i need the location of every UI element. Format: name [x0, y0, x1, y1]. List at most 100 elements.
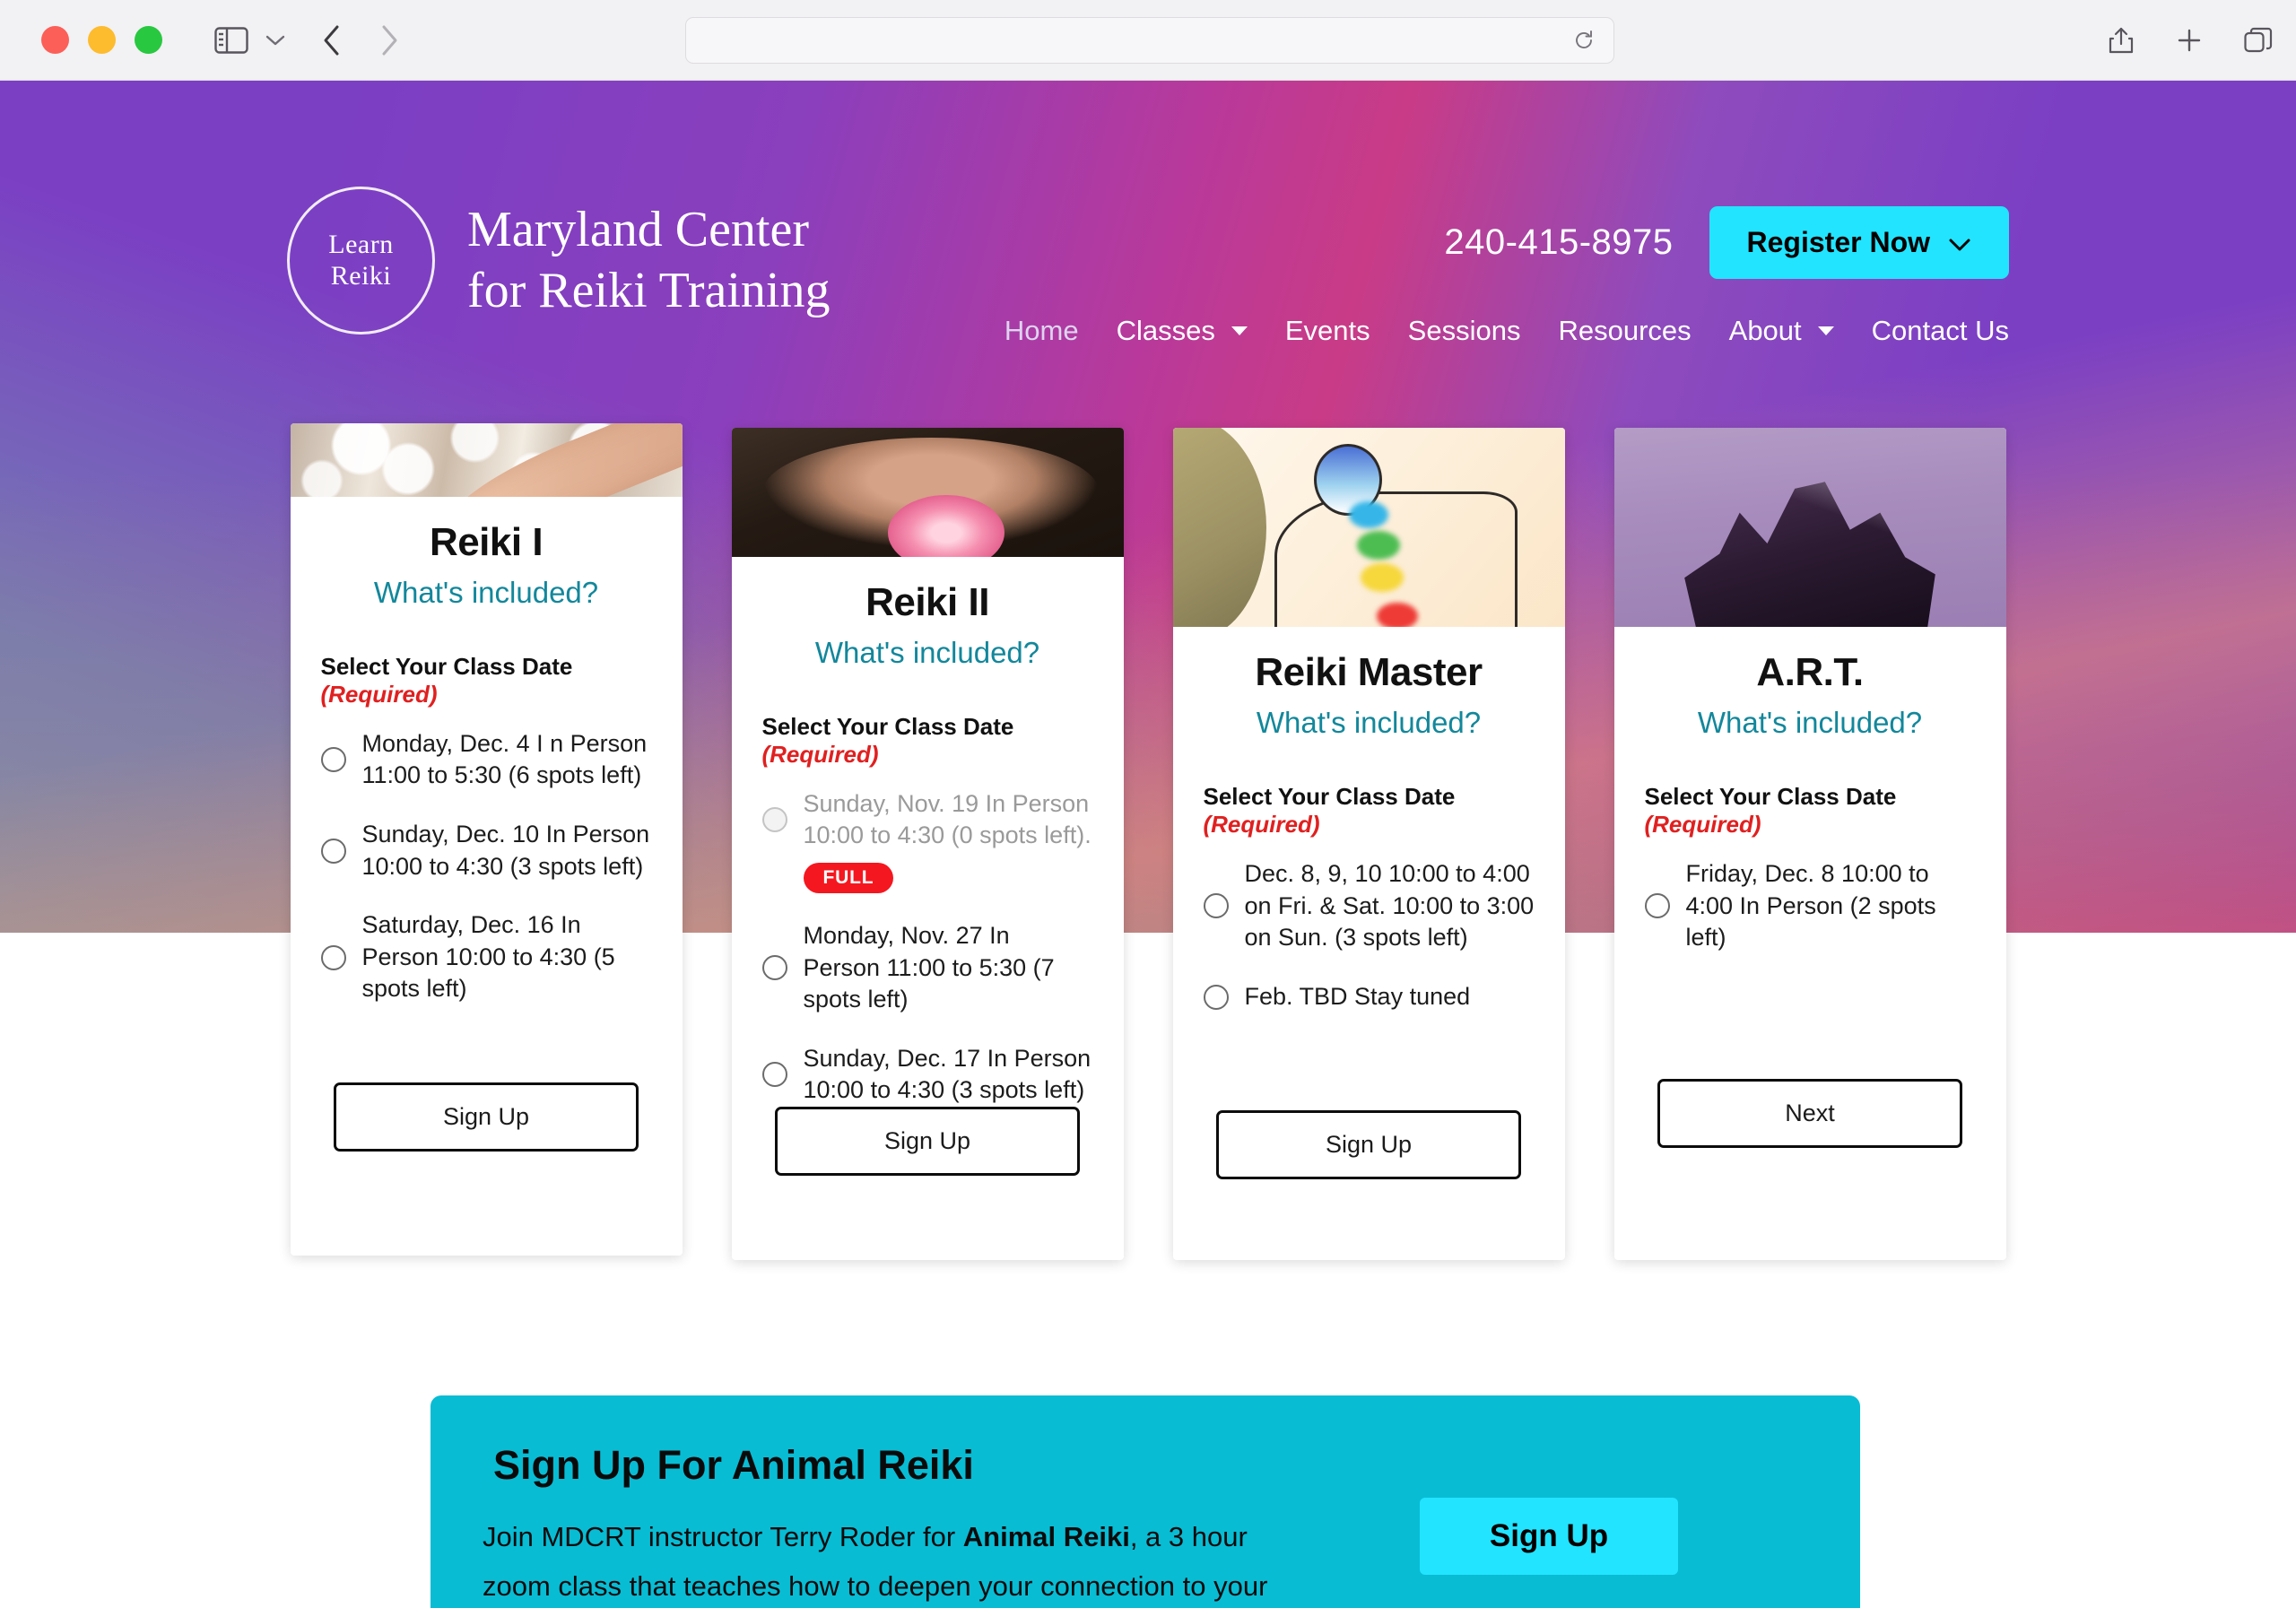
nav-item-classes[interactable]: Classes	[1117, 315, 1248, 347]
nav-label: Contact Us	[1871, 315, 2009, 346]
logo-line-2: Reiki	[330, 260, 392, 291]
reload-icon[interactable]	[1572, 29, 1596, 52]
nav-item-events[interactable]: Events	[1285, 315, 1370, 347]
whats-included-link[interactable]: What's included?	[762, 636, 1093, 670]
class-date-option[interactable]: Dec. 8, 9, 10 10:00 to 4:00 on Fri. & Sa…	[1203, 858, 1535, 954]
card-title: Reiki II	[865, 579, 989, 624]
tabs-icon[interactable]	[2244, 27, 2273, 54]
whats-included-link[interactable]: What's included?	[1645, 706, 1976, 740]
register-now-label: Register Now	[1746, 226, 1930, 258]
field-label-text: Select Your Class Date	[1644, 783, 1897, 810]
class-date-options: Dec. 8, 9, 10 10:00 to 4:00 on Fri. & Sa…	[1203, 858, 1535, 1013]
class-date-field-label: Select Your Class Date (Required)	[321, 653, 652, 708]
sign-up-button[interactable]: Sign Up	[775, 1107, 1080, 1176]
radio-button-icon[interactable]	[1203, 984, 1229, 1010]
required-marker: (Required)	[1644, 811, 1761, 838]
share-icon[interactable]	[2108, 25, 2135, 56]
radio-button-icon[interactable]	[320, 944, 346, 970]
class-date-field-label: Select Your Class Date (Required)	[1204, 783, 1535, 839]
nav-label: Resources	[1558, 315, 1692, 346]
radio-button-icon[interactable]	[761, 1062, 787, 1088]
class-date-options: Monday, Dec. 4 I n Person 11:00 to 5:30 …	[320, 728, 652, 1005]
page-content: Learn Reiki Maryland Center for Reiki Tr…	[0, 81, 2296, 1608]
main-navigation: Home Classes Events Sessions Resources A…	[1004, 315, 2009, 347]
class-date-option[interactable]: Sunday, Dec. 17 In Person 10:00 to 4:30 …	[761, 1043, 1093, 1107]
chakra-solar-plexus	[1361, 562, 1405, 592]
class-date-option[interactable]: Friday, Dec. 8 10:00 to 4:00 In Person (…	[1644, 858, 1976, 954]
nav-item-resources[interactable]: Resources	[1558, 315, 1691, 347]
nav-label: Home	[1004, 315, 1079, 346]
amethyst-crystal-photo	[1613, 428, 2006, 627]
promo-sign-up-button[interactable]: Sign Up	[1419, 1498, 1679, 1575]
required-marker: (Required)	[761, 740, 879, 768]
back-arrow-icon[interactable]	[322, 24, 342, 56]
browser-toolbar-right	[2108, 0, 2273, 81]
brand-line-1: Maryland Center	[467, 202, 809, 258]
site-logo[interactable]: Learn Reiki Maryland Center for Reiki Tr…	[287, 187, 830, 335]
sidebar-icon[interactable]	[214, 26, 248, 54]
option-label: Friday, Dec. 8 10:00 to 4:00 In Person (…	[1685, 860, 1936, 952]
hand-reaching-photo	[290, 423, 683, 497]
class-date-options: Friday, Dec. 8 10:00 to 4:00 In Person (…	[1644, 858, 1976, 954]
nav-label: About	[1728, 315, 1802, 346]
nav-item-contact-us[interactable]: Contact Us	[1872, 315, 2009, 347]
status-badge-full: FULL	[803, 862, 894, 893]
whats-included-link[interactable]: What's included?	[321, 576, 652, 610]
animal-reiki-promo-banner: Sign Up For Animal Reiki Join MDCRT inst…	[430, 1395, 1860, 1608]
close-window-button[interactable]	[41, 26, 69, 54]
leaf-shape	[1172, 428, 1267, 627]
chevron-down-icon[interactable]	[265, 33, 286, 48]
next-button[interactable]: Next	[1657, 1078, 1962, 1148]
class-date-option[interactable]: Monday, Dec. 4 I n Person 11:00 to 5:30 …	[320, 728, 652, 792]
class-card-reiki-master: Reiki Master What's included? Select You…	[1172, 428, 1565, 1260]
class-date-option[interactable]: Feb. TBD Stay tuned	[1203, 981, 1535, 1013]
field-label-text: Select Your Class Date	[1203, 783, 1456, 810]
logo-line-1: Learn	[328, 230, 394, 259]
phone-number[interactable]: 240-415-8975	[1444, 222, 1673, 263]
class-date-option[interactable]: Sunday, Dec. 10 In Person 10:00 to 4:30 …	[320, 819, 652, 882]
forward-arrow-icon[interactable]	[379, 24, 399, 56]
class-date-field-label: Select Your Class Date (Required)	[1645, 783, 1976, 839]
plus-icon[interactable]	[2176, 27, 2203, 54]
option-label: Monday, Nov. 27 In Person 11:00 to 5:30 …	[803, 921, 1055, 1013]
brand-line-2: for Reiki Training	[467, 262, 831, 318]
class-card-reiki-1: Reiki I What's included? Select Your Cla…	[290, 423, 683, 1256]
required-marker: (Required)	[1203, 811, 1320, 838]
card-title: A.R.T.	[1756, 650, 1864, 694]
radio-button-icon[interactable]	[761, 955, 787, 981]
whats-included-link[interactable]: What's included?	[1204, 706, 1535, 740]
browser-chrome	[0, 0, 2296, 81]
nav-label: Classes	[1116, 315, 1215, 346]
class-date-option-full-wrapper: Sunday, Nov. 19 In Person 10:00 to 4:30 …	[761, 788, 1093, 893]
class-date-option[interactable]: Saturday, Dec. 16 In Person 10:00 to 4:3…	[320, 909, 652, 1005]
field-label-text: Select Your Class Date	[320, 652, 573, 680]
option-label: Sunday, Dec. 10 In Person 10:00 to 4:30 …	[361, 820, 650, 880]
radio-button-icon[interactable]	[320, 838, 346, 864]
minimize-window-button[interactable]	[88, 26, 116, 54]
chakra-figure-photo	[1172, 428, 1565, 627]
option-label: Monday, Dec. 4 I n Person 11:00 to 5:30 …	[361, 729, 648, 789]
nav-item-home[interactable]: Home	[1004, 315, 1079, 347]
radio-button-icon[interactable]	[1644, 893, 1670, 919]
sign-up-button[interactable]: Sign Up	[334, 1082, 639, 1152]
caret-down-icon	[1817, 326, 1834, 335]
window-controls	[41, 26, 162, 54]
promo-para-1: Join MDCRT instructor Terry Roder for	[483, 1521, 963, 1552]
nav-item-about[interactable]: About	[1729, 315, 1834, 347]
maximize-window-button[interactable]	[135, 26, 162, 54]
chevron-down-icon	[1948, 226, 1971, 259]
class-date-option[interactable]: Monday, Nov. 27 In Person 11:00 to 5:30 …	[761, 920, 1093, 1016]
option-label: Feb. TBD Stay tuned	[1244, 982, 1471, 1010]
nav-item-sessions[interactable]: Sessions	[1408, 315, 1521, 347]
class-date-options: Sunday, Nov. 19 In Person 10:00 to 4:30 …	[761, 788, 1093, 1107]
address-bar[interactable]	[685, 17, 1614, 64]
class-card-reiki-2: Reiki II What's included? Select Your Cl…	[731, 428, 1124, 1260]
promo-button-column: Sign Up	[1290, 1442, 1808, 1608]
sign-up-button[interactable]: Sign Up	[1216, 1109, 1521, 1179]
class-cards-row: Reiki I What's included? Select Your Cla…	[0, 423, 2296, 1260]
card-title: Reiki Master	[1255, 650, 1483, 694]
radio-button-icon[interactable]	[1203, 893, 1229, 919]
register-now-button[interactable]: Register Now	[1709, 206, 2009, 279]
chakra-root	[1376, 603, 1418, 627]
radio-button-icon[interactable]	[320, 747, 346, 773]
